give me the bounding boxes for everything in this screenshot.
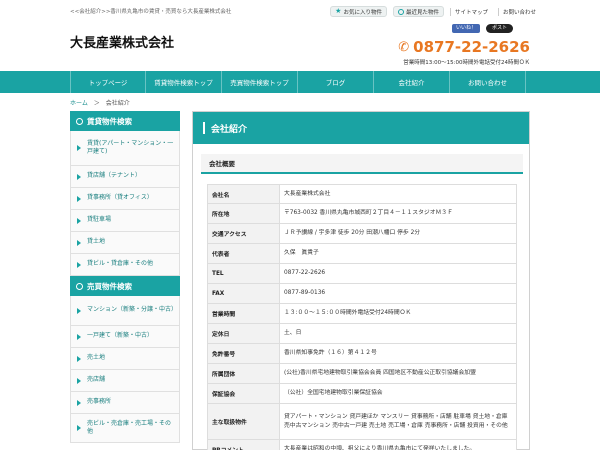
row-value: 貸アパート・マンション 貸戸建ほか マンスリー 貸事務所・店舗 駐車場 貸土地・… [279,403,517,440]
table-row: 定休日 土、日 [207,323,517,344]
sitemap-link[interactable]: サイトマップ [449,7,492,16]
row-key: 所属団体 [207,363,280,384]
row-value: 0877-22-2626 [279,263,517,284]
row-value: 大長産業は昭和の中頃、祖父により香川県丸亀市にて発祥いたしました。 [279,439,517,450]
favorites-label: お気に入り物件 [343,9,382,16]
row-key: 定休日 [207,323,280,344]
title-bar-accent [203,122,205,134]
table-row: 交通アクセス ＪＲ予讃線 / 宇多津 徒歩 20分 田潮八幡口 停歩 2分 [207,223,517,244]
table-row: 免許番号 香川県知事免許（１６）第４１２号 [207,343,517,364]
row-key: 代表者 [207,243,280,264]
sidebar-item-rent-residential[interactable]: 賃貸(アパート・マンション・一戸建て) [70,131,180,166]
row-value: 土、日 [279,323,517,344]
table-row: 営業時間 １３:００～１５:００時間外電話受付24時間ＯＫ [207,303,517,324]
row-value: 0877-89-0136 [279,283,517,304]
sidebar-item-rent-office[interactable]: 貸事務所（貸オフィス） [70,188,180,210]
breadcrumb-separator: ＞ [93,100,100,107]
star-icon: ★ [335,7,342,15]
recent-button[interactable]: 最近見た物件 [392,6,444,17]
table-row: 所在地 〒763-0032 香川県丸亀市城西町２丁目４－１１スタジオＭ３Ｆ [207,203,517,224]
clock-icon [397,8,404,15]
sidebar-item-rent-shop[interactable]: 貸店舗（テナント） [70,166,180,188]
main-nav: トップページ 賃貸物件検索トップ 売買物件検索トップ ブログ 会社紹介 お問い合… [0,71,600,93]
breadcrumb-home[interactable]: ホーム [70,100,88,107]
nav-contact[interactable]: お問い合わせ [450,71,526,93]
breadcrumb-current: 会社紹介 [105,100,130,107]
table-row: 代表者 久保 眞貴子 [207,243,517,264]
sidebar-item-sale-mansion[interactable]: マンション（新築・分譲・中古） [70,296,180,326]
row-value: 久保 眞貴子 [279,243,517,264]
row-value: (公社)香川県宅地建物取引業協会会員 四国地区不動産公正取引協議会加盟 [279,363,517,384]
page-title: 会社紹介 [211,124,248,135]
row-key: TEL [207,263,280,284]
contact-link[interactable]: お問い合わせ [497,7,540,16]
search-icon [76,282,83,290]
breadcrumb: ホーム ＞ 会社紹介 [70,98,130,107]
rent-search-title: 賃貸物件検索 [87,116,132,126]
row-value: 香川県知事免許（１６）第４１２号 [279,343,517,364]
row-value: 〒763-0032 香川県丸亀市城西町２丁目４－１１スタジオＭ３Ｆ [279,203,517,224]
sidebar-item-sale-land[interactable]: 売土地 [70,348,180,370]
favorites-button[interactable]: ★ お気に入り物件 [330,6,387,17]
nav-sale-search[interactable]: 売買物件検索トップ [222,71,298,93]
business-hours: 営業時間13:00～15:00時間外電話受付24時間ＯＫ [403,60,530,66]
phone-number[interactable]: ✆ 0877-22-2626 [398,38,530,56]
row-key: 所在地 [207,203,280,224]
main-content: 会社紹介 会社概要 会社名 大長産業株式会社 所在地 〒763-0032 香川県… [192,111,530,450]
table-row: TEL 0877-22-2626 [207,263,517,284]
row-key: FAX [207,283,280,304]
top-links: ★ お気に入り物件 最近見た物件 サイトマップ お問い合わせ [330,6,540,17]
table-row: 保証協会 （公社）全国宅地建物取引業保証協会 [207,383,517,404]
sale-search-heading: 売買物件検索 [70,276,180,296]
page-title-bar: 会社紹介 [193,112,529,144]
sidebar-item-sale-shop[interactable]: 売店舗 [70,370,180,392]
row-value: 大長産業株式会社 [279,184,517,204]
row-key: 交通アクセス [207,223,280,244]
section-title: 会社概要 [201,154,523,174]
sidebar-item-sale-house[interactable]: 一戸建て（新築・中古） [70,326,180,348]
sidebar-item-rent-parking[interactable]: 貸駐車場 [70,210,180,232]
facebook-like-button[interactable]: いいね！ [452,24,481,33]
site-logo[interactable]: 大長産業株式会社 [70,32,174,51]
search-icon [76,117,83,125]
table-row: 所属団体 (公社)香川県宅地建物取引業協会会員 四国地区不動産公正取引協議会加盟 [207,363,517,384]
row-key: PRコメント [207,439,280,450]
row-value: （公社）全国宅地建物取引業保証協会 [279,383,517,404]
x-post-button[interactable]: ポスト [486,24,514,33]
row-key: 主な取扱物件 [207,403,280,440]
sidebar: 賃貸物件検索 賃貸(アパート・マンション・一戸建て) 貸店舗（テナント） 貸事務… [70,111,180,443]
rent-search-heading: 賃貸物件検索 [70,111,180,131]
row-key: 営業時間 [207,303,280,324]
nav-company[interactable]: 会社紹介 [374,71,450,93]
nav-rent-search[interactable]: 賃貸物件検索トップ [146,71,222,93]
recent-label: 最近見た物件 [405,9,439,16]
row-key: 免許番号 [207,343,280,364]
row-value: ＪＲ予讃線 / 宇多津 徒歩 20分 田潮八幡口 停歩 2分 [279,223,517,244]
table-row: PRコメント 大長産業は昭和の中頃、祖父により香川県丸亀市にて発祥いたしました。 [207,439,517,450]
row-key: 会社名 [207,184,280,204]
header-tagline: <<会社紹介>>香川県丸亀市の賃貸・売買なら大長産業株式会社 [70,9,232,15]
table-row: 会社名 大長産業株式会社 [207,184,517,204]
phone-text: 0877-22-2626 [413,38,530,56]
sidebar-item-rent-other[interactable]: 貸ビル・貸倉庫・その他 [70,254,180,276]
sidebar-item-sale-other[interactable]: 売ビル・売倉庫・売工場・その他 [70,414,180,443]
nav-top[interactable]: トップページ [70,71,146,93]
company-table: 会社名 大長産業株式会社 所在地 〒763-0032 香川県丸亀市城西町２丁目４… [207,184,517,450]
row-key: 保証協会 [207,383,280,404]
table-row: FAX 0877-89-0136 [207,283,517,304]
social-buttons: いいね！ ポスト [452,24,514,33]
phone-icon: ✆ [398,39,410,55]
table-row: 主な取扱物件 貸アパート・マンション 貸戸建ほか マンスリー 貸事務所・店舗 駐… [207,403,517,440]
sale-search-title: 売買物件検索 [87,281,132,291]
row-value: １３:００～１５:００時間外電話受付24時間ＯＫ [279,303,517,324]
sidebar-item-rent-land[interactable]: 貸土地 [70,232,180,254]
sidebar-item-sale-office[interactable]: 売事務所 [70,392,180,414]
nav-blog[interactable]: ブログ [298,71,374,93]
